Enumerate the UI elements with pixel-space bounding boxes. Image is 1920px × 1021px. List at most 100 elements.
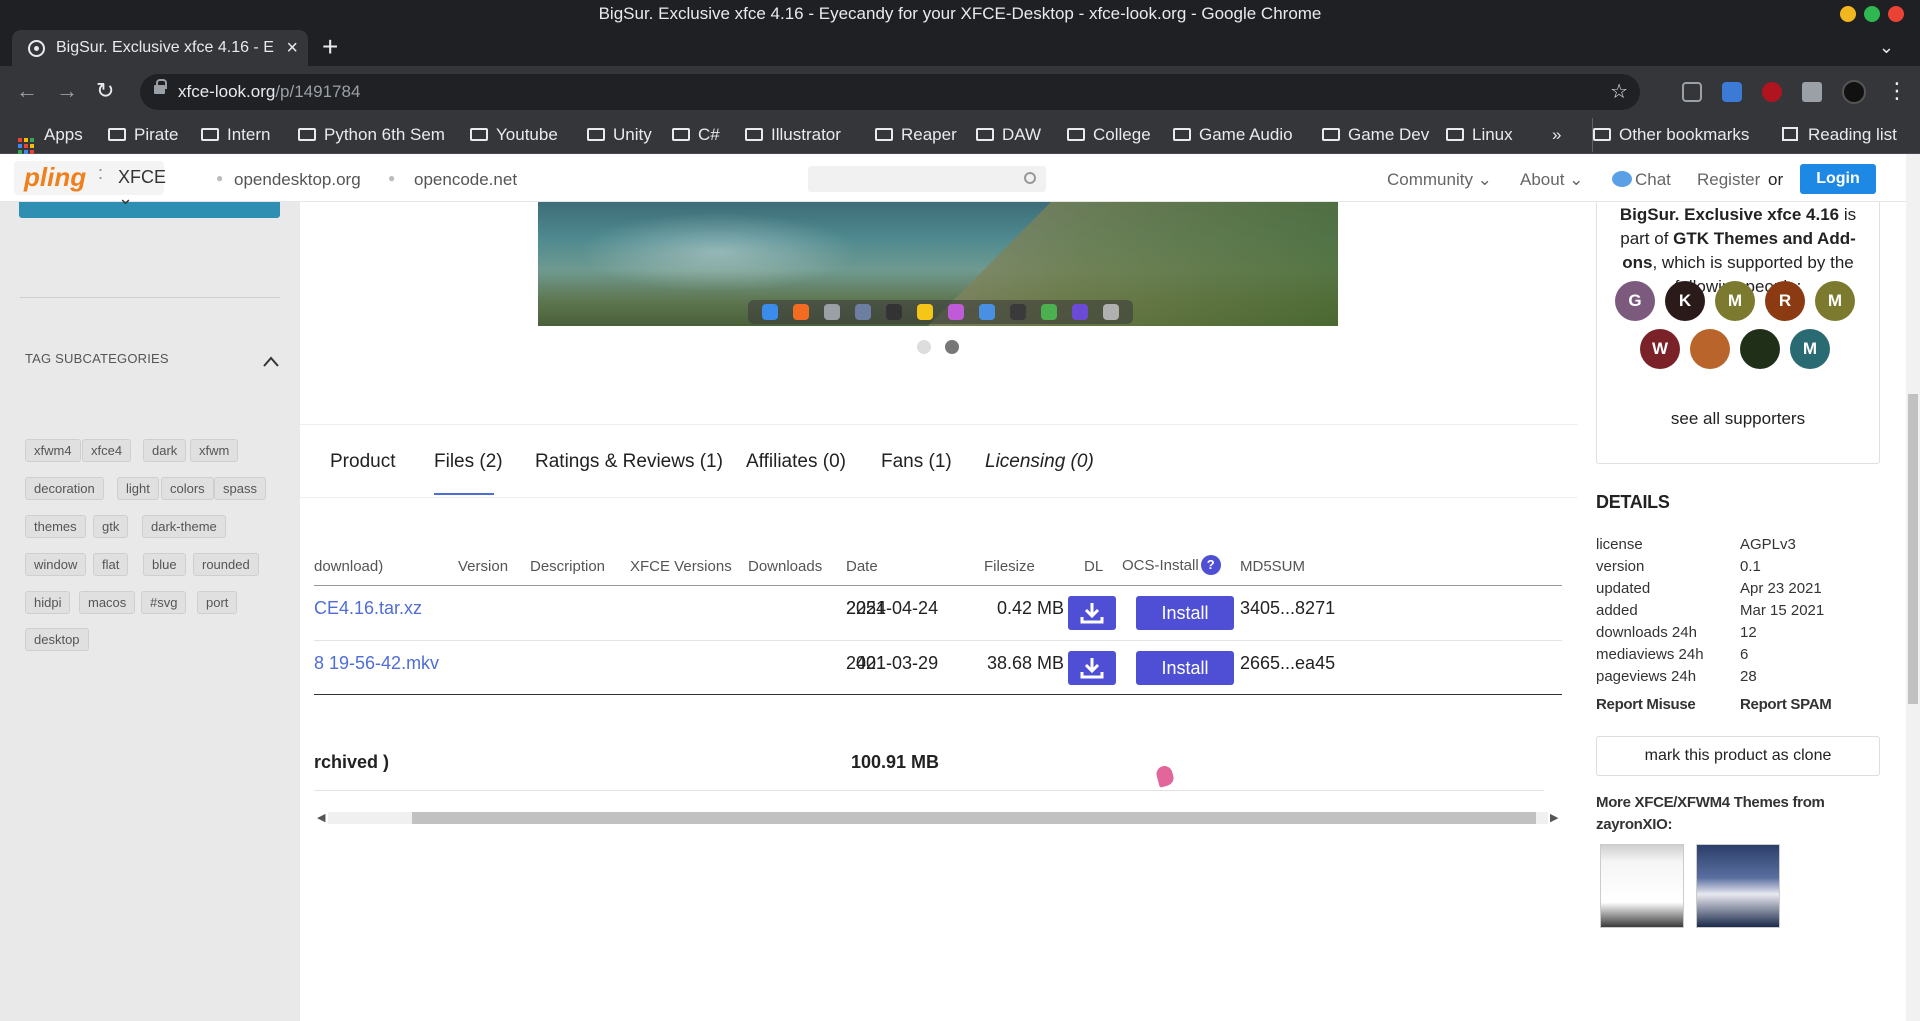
scroll-left-icon[interactable]: ◀ — [317, 811, 325, 824]
collapse-chevron-up-icon[interactable] — [262, 353, 280, 371]
tag-xfwm[interactable]: xfwm — [190, 439, 239, 462]
maximize-button[interactable] — [1864, 6, 1880, 22]
supporter-avatar[interactable]: M — [1790, 329, 1830, 369]
page-scrollbar-thumb[interactable] — [1908, 394, 1918, 704]
tag-themes[interactable]: themes — [25, 515, 86, 538]
bookmark-folder[interactable]: DAW — [976, 118, 1041, 152]
bookmark-folder[interactable]: Reaper — [875, 118, 957, 152]
bookmarks-overflow-button[interactable]: » — [1552, 118, 1561, 152]
tag-window[interactable]: window — [25, 553, 87, 576]
supporter-avatar[interactable]: W — [1640, 329, 1680, 369]
chrome-menu-icon[interactable]: ⋮ — [1886, 78, 1908, 104]
col-header-xfce-versions[interactable]: XFCE Versions — [630, 558, 732, 575]
tag-darktheme[interactable]: dark-theme — [142, 515, 226, 538]
download-button[interactable] — [1068, 651, 1116, 685]
help-icon[interactable]: ? — [1200, 555, 1221, 575]
store-selector[interactable]: XFCE ⌄ — [118, 167, 166, 209]
screencast-icon[interactable] — [1682, 82, 1702, 102]
opencode-link[interactable]: opencode.net — [414, 170, 517, 190]
bookmark-star-icon[interactable]: ☆ — [1610, 74, 1628, 110]
address-bar[interactable]: xfce-look.org/p/1491784 ☆ — [140, 74, 1640, 110]
col-header-description[interactable]: Description — [530, 558, 605, 575]
supporter-avatar[interactable]: M — [1815, 281, 1855, 321]
report-misuse-link[interactable]: Report Misuse — [1596, 696, 1696, 713]
col-header-date[interactable]: Date — [846, 558, 878, 575]
col-header-md5sum[interactable]: MD5SUM — [1240, 558, 1305, 575]
tab-licensing[interactable]: Licensing (0) — [985, 451, 1094, 473]
supporter-avatar[interactable]: R — [1765, 281, 1805, 321]
browser-tab-active[interactable]: BigSur. Exclusive xfce 4.16 - E × — [12, 30, 308, 66]
mark-as-clone-button[interactable]: mark this product as clone — [1596, 736, 1880, 776]
bookmark-folder[interactable]: Game Dev — [1322, 118, 1429, 152]
close-window-button[interactable] — [1888, 6, 1904, 22]
tab-fans[interactable]: Fans (1) — [881, 451, 952, 473]
col-header-dl[interactable]: DL — [1084, 558, 1103, 575]
col-header-filesize[interactable]: Filesize — [984, 558, 1035, 575]
report-spam-link[interactable]: Report SPAM — [1740, 696, 1832, 713]
bookmark-folder[interactable]: Pirate — [108, 118, 178, 152]
extension-blue-icon[interactable] — [1722, 82, 1742, 102]
download-button[interactable] — [1068, 596, 1116, 630]
back-icon[interactable]: ← — [16, 78, 38, 104]
tag-decoration[interactable]: decoration — [25, 477, 104, 500]
tab-files[interactable]: Files (2) — [434, 451, 503, 473]
new-tab-button[interactable]: + — [322, 28, 338, 66]
tag-xfwm4[interactable]: xfwm4 — [25, 439, 81, 462]
tag-light[interactable]: light — [117, 477, 159, 500]
site-search-input[interactable] — [808, 166, 1046, 192]
supporter-avatar[interactable] — [1740, 329, 1780, 369]
bookmark-folder[interactable]: Intern — [201, 118, 270, 152]
bookmark-folder[interactable]: Game Audio — [1173, 118, 1293, 152]
tag-spass[interactable]: spass — [214, 477, 266, 500]
bookmark-folder[interactable]: Unity — [587, 118, 652, 152]
community-menu[interactable]: Community ⌄ — [1387, 170, 1492, 190]
tag-blue[interactable]: blue — [143, 553, 186, 576]
product-screenshot[interactable] — [538, 202, 1338, 326]
col-header-ocs-install[interactable]: OCS-Install? — [1122, 555, 1221, 575]
table-horizontal-scrollbar[interactable]: ◀ ▶ — [314, 810, 1562, 826]
opendesktop-link[interactable]: opendesktop.org — [234, 170, 361, 190]
col-header-filename[interactable]: download) — [314, 558, 383, 575]
supporter-avatar[interactable]: G — [1615, 281, 1655, 321]
about-menu[interactable]: About ⌄ — [1520, 170, 1583, 190]
tab-product[interactable]: Product — [330, 451, 395, 473]
bookmark-folder[interactable]: Python 6th Sem — [298, 118, 445, 152]
reading-list[interactable]: Reading list — [1782, 118, 1897, 152]
carousel-dot-active[interactable] — [945, 340, 959, 354]
tag-rounded[interactable]: rounded — [193, 553, 259, 576]
chat-link[interactable]: Chat — [1612, 170, 1671, 190]
forward-icon[interactable]: → — [56, 78, 78, 104]
tag-macos[interactable]: macos — [79, 591, 136, 614]
bookmark-folder[interactable]: Linux — [1446, 118, 1513, 152]
tag-dark[interactable]: dark — [143, 439, 187, 462]
reload-icon[interactable]: ↻ — [96, 78, 114, 104]
other-bookmarks[interactable]: Other bookmarks — [1592, 118, 1749, 152]
related-theme-thumbnail[interactable] — [1600, 844, 1684, 928]
install-button[interactable]: Install — [1136, 596, 1234, 630]
supporter-avatar[interactable]: M — [1715, 281, 1755, 321]
tab-affiliates[interactable]: Affiliates (0) — [746, 451, 846, 473]
tag-colors[interactable]: colors — [161, 477, 214, 500]
register-link[interactable]: Register — [1697, 170, 1760, 190]
tab-search-icon[interactable]: ⌄ — [1879, 30, 1894, 64]
ublock-icon[interactable] — [1762, 82, 1782, 102]
carousel-dot[interactable] — [917, 340, 931, 354]
supporter-avatar[interactable]: K — [1665, 281, 1705, 321]
search-icon[interactable] — [1024, 172, 1036, 184]
bookmark-folder[interactable]: C# — [672, 118, 720, 152]
bookmark-apps[interactable]: Apps — [18, 118, 83, 154]
tab-close-icon[interactable]: × — [286, 30, 298, 66]
tag-flat[interactable]: flat — [93, 553, 129, 576]
extensions-puzzle-icon[interactable] — [1802, 82, 1822, 102]
bookmark-folder[interactable]: College — [1067, 118, 1151, 152]
file-link[interactable]: 8 19-56-42.mkv — [314, 653, 439, 674]
col-header-downloads[interactable]: Downloads — [748, 558, 822, 575]
bookmark-folder[interactable]: Youtube — [470, 118, 558, 152]
login-button[interactable]: Login — [1800, 164, 1876, 194]
file-link[interactable]: CE4.16.tar.xz — [314, 598, 422, 619]
col-header-version[interactable]: Version — [458, 558, 508, 575]
supporter-avatar[interactable] — [1690, 329, 1730, 369]
tag-hidpi[interactable]: hidpi — [25, 591, 71, 614]
tab-ratings-reviews[interactable]: Ratings & Reviews (1) — [535, 451, 723, 473]
tag-port[interactable]: port — [197, 591, 238, 614]
